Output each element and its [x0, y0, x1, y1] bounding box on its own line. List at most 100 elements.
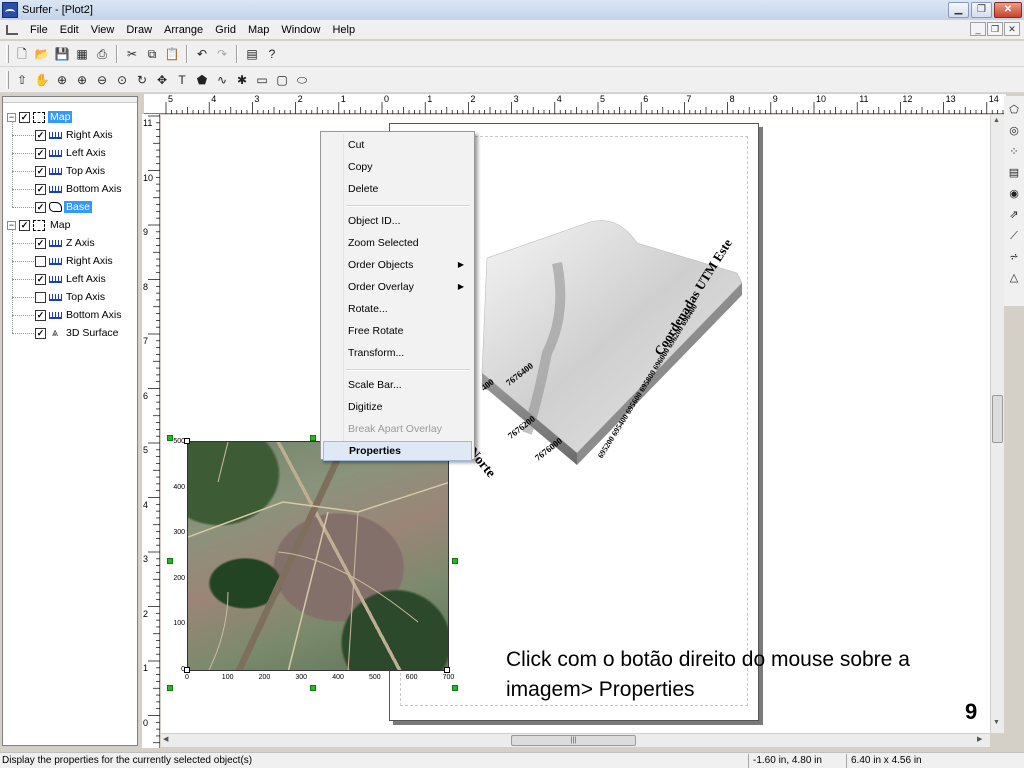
tree-item-top-axis[interactable]: ✓ Top Axis: [35, 163, 107, 179]
tree-item-right-axis[interactable]: Right Axis: [35, 253, 115, 269]
select-arrow-icon[interactable]: ⇧: [13, 71, 31, 89]
visibility-checkbox[interactable]: ✓: [35, 147, 46, 159]
worksheet-icon[interactable]: ▦: [73, 45, 91, 63]
toolbar-grip[interactable]: [6, 44, 9, 63]
doc-restore-button[interactable]: ❐: [987, 22, 1003, 36]
tree-item-bottom-axis[interactable]: ✓ Bottom Axis: [35, 181, 123, 197]
selection-handle-mid-right[interactable]: [452, 558, 458, 564]
menu-draw[interactable]: Draw: [120, 20, 158, 40]
cut-icon[interactable]: ✂: [123, 45, 141, 63]
context-menu-item-transform[interactable]: Transform...: [323, 343, 472, 363]
selection-handle-mid-left[interactable]: [167, 558, 173, 564]
context-menu-item-copy[interactable]: Copy: [323, 157, 472, 177]
paste-icon[interactable]: 📋: [163, 45, 181, 63]
selection-handle-top-mid[interactable]: [310, 435, 316, 441]
symbol-tool-icon[interactable]: ✱: [233, 71, 251, 89]
rotate-icon[interactable]: ↻: [133, 71, 151, 89]
visibility-checkbox[interactable]: ✓: [19, 219, 30, 231]
text-tool-icon[interactable]: T: [173, 71, 191, 89]
visibility-checkbox[interactable]: ✓: [35, 165, 46, 177]
plot-area[interactable]: Coordenadas UTM Este 695200 695400 69560…: [161, 115, 990, 733]
tree-item-map[interactable]: − ✓ Map: [7, 217, 72, 233]
save-icon[interactable]: 💾: [53, 45, 71, 63]
surfer-app-icon[interactable]: [2, 2, 18, 18]
tree-item-top-axis[interactable]: Top Axis: [35, 289, 107, 305]
horizontal-scrollbar[interactable]: ◀ ||| ▶: [161, 733, 990, 747]
doc-minimize-button[interactable]: _: [970, 22, 986, 36]
menu-arrange[interactable]: Arrange: [158, 20, 209, 40]
maximize-button[interactable]: ❐: [971, 2, 992, 18]
context-menu-item-scale-bar[interactable]: Scale Bar...: [323, 375, 472, 395]
menu-file[interactable]: File: [24, 20, 54, 40]
new-post-map-icon[interactable]: ⁘: [1006, 144, 1022, 161]
menu-window[interactable]: Window: [275, 20, 326, 40]
scroll-left-arrow-icon[interactable]: ◀: [163, 735, 168, 743]
rectangle-tool-icon[interactable]: ▭: [253, 71, 271, 89]
vertical-scroll-thumb[interactable]: [992, 395, 1003, 443]
new-image-map-icon[interactable]: ▤: [1006, 165, 1022, 182]
minimize-button[interactable]: ▁: [948, 2, 969, 18]
toolbar-grip[interactable]: [6, 70, 9, 89]
visibility-checkbox[interactable]: ✓: [35, 129, 46, 141]
new-wireframe-icon[interactable]: ⟋: [1006, 228, 1022, 245]
polygon-tool-icon[interactable]: ⬟: [193, 71, 211, 89]
tree-item-3d-surface[interactable]: ✓ ⩓ 3D Surface: [35, 325, 121, 341]
selection-handle-top-left[interactable]: [167, 435, 173, 441]
selection-handle-bottom-left[interactable]: [167, 685, 173, 691]
zoom-page-icon[interactable]: ⊙: [113, 71, 131, 89]
tree-item-bottom-axis[interactable]: ✓ Bottom Axis: [35, 307, 123, 323]
new-shaded-relief-icon[interactable]: ◉: [1006, 186, 1022, 203]
menu-help[interactable]: Help: [326, 20, 361, 40]
zoom-in-alt-icon[interactable]: ⊕: [73, 71, 91, 89]
menu-view[interactable]: View: [85, 20, 121, 40]
new-surface-icon[interactable]: ⩫: [1006, 249, 1022, 266]
document-menu-icon[interactable]: [4, 22, 20, 38]
context-menu-item-zoom-selected[interactable]: Zoom Selected: [323, 233, 472, 253]
move-icon[interactable]: ✥: [153, 71, 171, 89]
horizontal-scroll-thumb[interactable]: |||: [511, 735, 636, 746]
context-menu-item-object-id[interactable]: Object ID...: [323, 211, 472, 231]
vertical-scrollbar[interactable]: ▲ ▼: [990, 115, 1004, 733]
ellipse-tool-icon[interactable]: ⬭: [293, 71, 311, 89]
image-corner-handle[interactable]: [184, 667, 190, 673]
new-vector-map-icon[interactable]: ⇗: [1006, 207, 1022, 224]
context-menu-item-properties[interactable]: Properties: [323, 441, 472, 461]
zoom-in-icon[interactable]: ⊕: [53, 71, 71, 89]
new-3d-surface-icon[interactable]: △: [1006, 270, 1022, 287]
3d-surface-map[interactable]: [467, 203, 757, 493]
image-corner-handle[interactable]: [184, 438, 190, 444]
tree-item-left-axis[interactable]: ✓ Left Axis: [35, 271, 108, 287]
context-menu-item-digitize[interactable]: Digitize: [323, 397, 472, 417]
tree-item-map[interactable]: − ✓ Map: [7, 109, 73, 125]
menu-grid[interactable]: Grid: [209, 20, 242, 40]
tree-item-base[interactable]: ✓ Base: [35, 199, 92, 215]
pan-hand-icon[interactable]: ✋: [33, 71, 51, 89]
image-corner-handle[interactable]: [444, 667, 450, 673]
scroll-right-arrow-icon[interactable]: ▶: [977, 735, 982, 743]
context-menu-item-order-objects[interactable]: Order Objects ▶: [323, 255, 472, 275]
context-menu-item-rotate[interactable]: Rotate...: [323, 299, 472, 319]
scroll-down-arrow-icon[interactable]: ▼: [993, 719, 1000, 726]
satellite-image-base-map[interactable]: [187, 441, 449, 671]
tree-item-right-axis[interactable]: ✓ Right Axis: [35, 127, 115, 143]
visibility-checkbox[interactable]: ✓: [35, 183, 46, 195]
redo-icon[interactable]: ↷: [213, 45, 231, 63]
doc-close-button[interactable]: ✕: [1004, 22, 1020, 36]
print-icon[interactable]: ⎙: [93, 45, 111, 63]
rounded-rectangle-tool-icon[interactable]: ▢: [273, 71, 291, 89]
context-menu-item-free-rotate[interactable]: Free Rotate: [323, 321, 472, 341]
new-document-icon[interactable]: 🗋: [13, 45, 31, 63]
object-manager-icon[interactable]: ▤: [243, 45, 261, 63]
tree-item-z-axis[interactable]: ✓ Z Axis: [35, 235, 97, 251]
new-base-map-icon[interactable]: ⬠: [1006, 102, 1022, 119]
visibility-checkbox[interactable]: ✓: [35, 327, 46, 339]
visibility-checkbox[interactable]: ✓: [35, 309, 46, 321]
context-menu-item-order-overlay[interactable]: Order Overlay ▶: [323, 277, 472, 297]
visibility-checkbox[interactable]: ✓: [35, 273, 46, 285]
visibility-checkbox[interactable]: ✓: [19, 111, 30, 123]
help-icon[interactable]: ?: [263, 45, 281, 63]
tree-item-left-axis[interactable]: ✓ Left Axis: [35, 145, 108, 161]
scroll-up-arrow-icon[interactable]: ▲: [993, 117, 1000, 124]
close-button[interactable]: ✕: [994, 2, 1022, 18]
context-menu-item-delete[interactable]: Delete: [323, 179, 472, 199]
